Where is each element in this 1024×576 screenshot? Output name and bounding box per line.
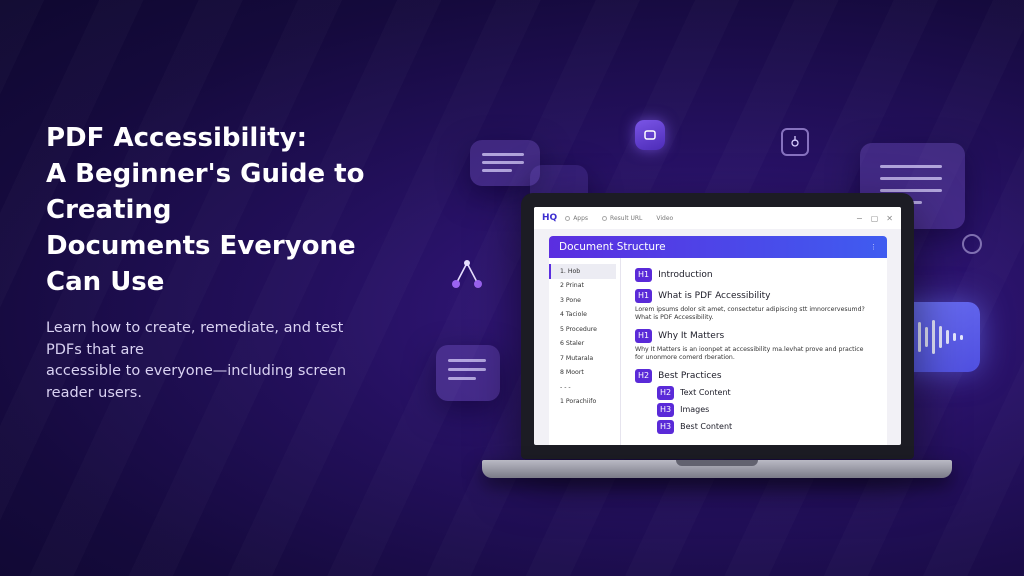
sidebar-item[interactable]: 1. Hob (549, 264, 616, 279)
panel-title: Document Structure (559, 241, 666, 253)
heading-row[interactable]: H1 What is PDF Accessibility (635, 287, 885, 304)
minimize-icon[interactable]: − (856, 214, 863, 223)
touch-icon (781, 128, 809, 156)
panel-header: Document Structure ⋮ (549, 236, 887, 258)
nav-item-result-url[interactable]: Result URL (602, 215, 642, 222)
close-icon[interactable]: ✕ (886, 214, 893, 223)
doc-card-icon (436, 345, 500, 401)
heading-text: Best Practices (658, 370, 722, 381)
heading-text: Text Content (680, 388, 731, 397)
heading-row[interactable]: H2 Text Content (635, 384, 885, 401)
sidebar-item[interactable]: 6 Staler (549, 337, 620, 352)
nav-label: Video (656, 214, 674, 222)
heading-text: What is PDF Accessibility (658, 290, 771, 301)
hero-subtitle: Learn how to create, remediate, and test… (46, 318, 376, 404)
body-paragraph: Why It Matters is an ioonpet at accessib… (635, 346, 885, 362)
hero-title: PDF Accessibility: A Beginner's Guide to… (46, 120, 376, 300)
heading-outline: H1 Introduction H1 What is PDF Accessibi… (635, 266, 885, 435)
maximize-icon[interactable]: ▢ (871, 214, 879, 223)
sidebar-item[interactable]: 1 Porachiifo (549, 395, 620, 410)
heading-tag: H1 (635, 328, 653, 343)
paragraph-line: for unonmore comerd rberation. (635, 354, 735, 361)
apps-icon (565, 215, 571, 221)
app-logo: HQ (542, 213, 558, 223)
sidebar-item[interactable]: 3 Pone (549, 293, 620, 308)
heading-text: Introduction (658, 269, 713, 280)
hero-subtitle-line: Learn how to create, remediate, and test (46, 320, 344, 336)
document-structure-panel: Document Structure ⋮ 1. Hob 2 Prinat 3 P… (549, 236, 887, 445)
accessibility-badge-icon (635, 120, 665, 150)
heading-tag: H1 (635, 267, 653, 282)
sidebar-item[interactable]: 7 Mutarala (549, 351, 620, 366)
heading-tag: H2 (635, 368, 653, 383)
nav-item-apps[interactable]: Apps (565, 215, 588, 222)
sidebar-item[interactable]: 4 Taciole (549, 308, 620, 323)
paragraph-line: Why It Matters is an ioonpet at accessib… (635, 346, 864, 353)
laptop-screen: HQ Apps Result URL Video − ▢ ✕ Document … (534, 207, 901, 445)
heading-text: Images (680, 405, 710, 414)
link-icon (602, 215, 608, 221)
heading-row[interactable]: H1 Introduction (635, 266, 885, 283)
hero-title-line: Documents Everyone (46, 231, 356, 261)
nav-label: Result URL (610, 214, 643, 222)
window-controls: − ▢ ✕ (856, 214, 893, 223)
hero-subtitle-line: accessible to everyone—including screen (46, 363, 347, 379)
hero-title-line: PDF Accessibility: (46, 123, 308, 153)
refresh-icon (962, 234, 982, 254)
sidebar-item[interactable]: 5 Procedure (549, 322, 620, 337)
laptop-notch (676, 460, 758, 466)
heading-row[interactable]: H3 Best Content (635, 418, 885, 435)
heading-row[interactable]: H1 Why It Matters (635, 327, 885, 344)
more-icon[interactable]: ⋮ (870, 243, 877, 251)
hero-subtitle-line: reader users. (46, 384, 142, 401)
body-paragraph: Lorem ipsums dolor sit amet, consectetur… (635, 306, 885, 322)
nav-item-video[interactable]: Video (656, 215, 673, 222)
heading-tag: H3 (657, 419, 675, 434)
structure-sidebar: 1. Hob 2 Prinat 3 Pone 4 Taciole 5 Proce… (549, 258, 621, 445)
heading-text: Best Content (680, 422, 733, 431)
sidebar-item[interactable]: 2 Prinat (549, 279, 620, 294)
hero-title-line: A Beginner's Guide to (46, 159, 365, 189)
hero-subtitle-line: PDFs that are (46, 341, 144, 358)
heading-tag: H2 (657, 385, 675, 400)
paragraph-line: What is PDF Accessibility. (635, 314, 714, 321)
heading-tag: H1 (635, 288, 653, 303)
paragraph-line: Lorem ipsums dolor sit amet, consectetur… (635, 306, 865, 313)
sidebar-item[interactable]: 8 Moort (549, 366, 620, 381)
hero-title-line: Creating (46, 195, 172, 225)
nav-label: Apps (573, 214, 589, 222)
heading-tag: H3 (657, 402, 675, 417)
node-graph-icon (452, 260, 482, 288)
app-topbar: HQ Apps Result URL Video − ▢ ✕ (534, 207, 901, 229)
heading-row[interactable]: H3 Images (635, 401, 885, 418)
heading-row[interactable]: H2 Best Practices (635, 367, 885, 384)
heading-text: Why It Matters (658, 330, 725, 341)
hero-title-line: Can Use (46, 267, 165, 297)
sidebar-separator: - - - (560, 383, 571, 391)
